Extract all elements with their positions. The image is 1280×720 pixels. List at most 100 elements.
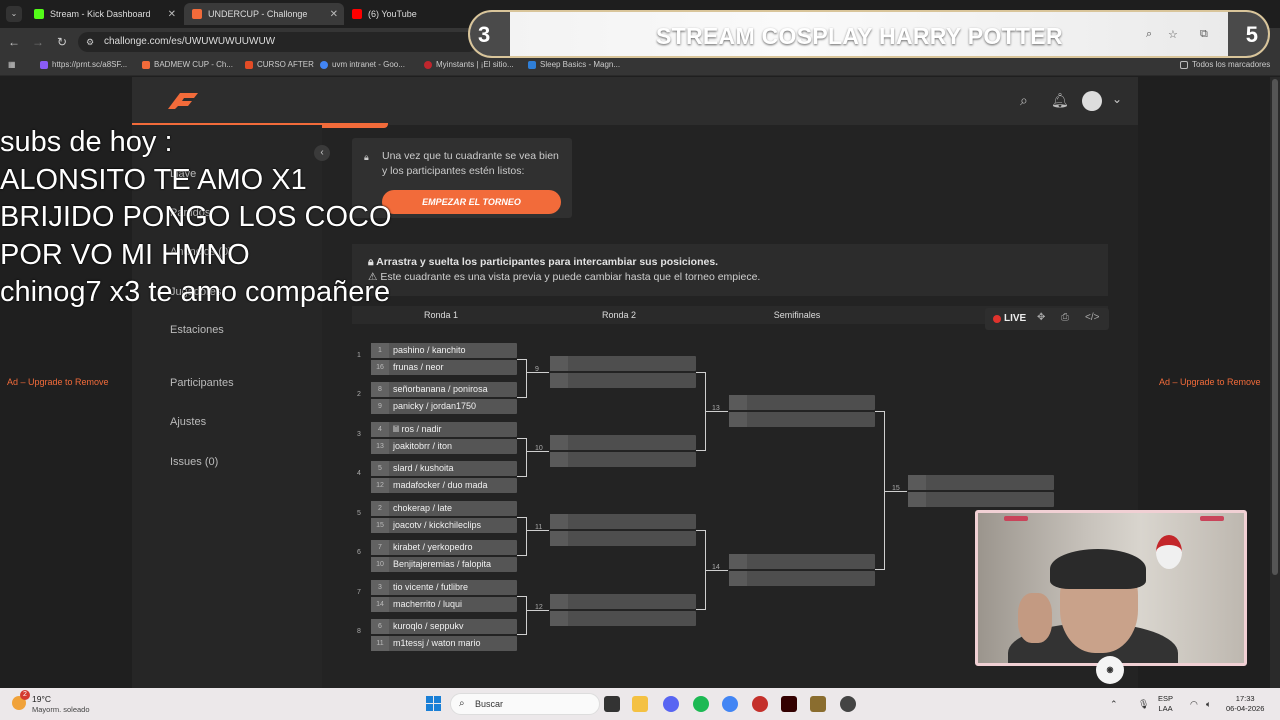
participant-slot[interactable]: 1 pashino / kanchito — [371, 343, 517, 358]
close-tab-icon[interactable]: ✕ — [330, 9, 338, 20]
empty-seed — [550, 531, 568, 546]
seed-number: 3 — [371, 580, 389, 595]
participant-name: macherrito / luqui — [393, 599, 463, 609]
seed-number: 4 — [371, 422, 389, 437]
app-icon[interactable] — [840, 696, 856, 712]
tab-youtube[interactable]: (6) YouTube — [344, 3, 464, 25]
match-number: 3 — [357, 431, 361, 438]
participant-slot[interactable]: 13 joakitobrr / iton — [371, 439, 517, 454]
empty-slot[interactable] — [550, 356, 696, 371]
empty-seed — [550, 514, 568, 529]
empty-seed — [550, 452, 568, 467]
empty-slot[interactable] — [908, 475, 1054, 490]
bookmark-item[interactable]: uvm intranet - Goo... — [320, 60, 405, 69]
url-text: challonge.com/es/UWUWUWUUWUW — [104, 36, 276, 47]
tab-search-button[interactable]: ⌄ — [6, 6, 22, 22]
match-number: 10 — [535, 445, 543, 452]
participant-slot[interactable]: 2 chokerap / late — [371, 501, 517, 516]
empty-slot[interactable] — [550, 594, 696, 609]
empty-slot[interactable] — [550, 514, 696, 529]
tab-kick-dashboard[interactable]: Stream - Kick Dashboard ✕ — [26, 3, 182, 25]
empty-slot[interactable] — [729, 412, 875, 427]
match-number: 14 — [712, 564, 720, 571]
bookmark-label: BADMEW CUP - Ch... — [154, 60, 233, 69]
empty-seed — [550, 435, 568, 450]
participant-name: kuroqlo / seppukv — [393, 621, 464, 631]
forward-icon[interactable]: → — [30, 34, 46, 50]
discord-icon[interactable] — [663, 696, 679, 712]
task-view-icon[interactable] — [604, 696, 620, 712]
match-number: 4 — [357, 470, 361, 477]
bookmark-icon — [245, 60, 253, 69]
close-tab-icon[interactable]: ✕ — [168, 9, 176, 20]
participant-slot[interactable]: 9 panicky / jordan1750 — [371, 399, 517, 414]
illustrator-icon[interactable] — [781, 696, 797, 712]
bookmark-label: Myinstants | ¡El sitio... — [436, 60, 514, 69]
microphone-icon[interactable]: 🎙︎ — [1138, 699, 1149, 710]
subs-line: ALONSITO TE AMO X1 — [0, 163, 307, 196]
seed-number: 16 — [371, 360, 389, 375]
wifi-icon[interactable]: ◠ — [1190, 699, 1198, 710]
participant-name: slard / kushoita — [393, 463, 454, 473]
url-input[interactable]: ⚙ challonge.com/es/UWUWUWUUWUW — [78, 32, 478, 52]
empty-slot[interactable] — [550, 373, 696, 388]
zoom-icon[interactable]: ⌕ — [1146, 28, 1152, 41]
obs-icon[interactable] — [752, 696, 768, 712]
tab-label: (6) YouTube — [368, 9, 417, 19]
tab-challonge[interactable]: UNDERCUP - Challonge ✕ — [184, 3, 344, 25]
participant-slot[interactable]: 16 frunas / neor — [371, 360, 517, 375]
chrome-icon[interactable] — [722, 696, 738, 712]
bookmark-item[interactable]: https://prnt.sc/a8SF... — [40, 60, 127, 69]
bookmark-item[interactable]: BADMEW CUP - Ch... — [142, 60, 233, 69]
clock[interactable]: 17:33 06-04-2026 — [1226, 694, 1264, 714]
empty-slot[interactable] — [908, 492, 1054, 507]
participant-slot[interactable]: 3 tio vicente / futlibre — [371, 580, 517, 595]
participant-name: Benjitajeremias / falopita — [393, 559, 492, 569]
weather-badge: 2 — [20, 690, 30, 700]
participant-slot[interactable]: 12 madafocker / duo mada — [371, 478, 517, 493]
reload-icon[interactable]: ↻ — [54, 34, 70, 50]
windows-start-icon[interactable] — [426, 696, 442, 712]
empty-slot[interactable] — [729, 395, 875, 410]
participant-slot[interactable]: 10 Benjitajeremias / falopita — [371, 557, 517, 572]
participant-slot[interactable]: 5 slard / kushoita — [371, 461, 517, 476]
file-explorer-icon[interactable] — [632, 696, 648, 712]
empty-slot[interactable] — [550, 531, 696, 546]
participant-slot[interactable]: 14 macherrito / luqui — [371, 597, 517, 612]
taskbar-search-input[interactable]: ⌕ Buscar — [450, 693, 600, 715]
participant-name: madafocker / duo mada — [393, 480, 488, 490]
chevron-up-icon[interactable]: ⌃ — [1110, 699, 1118, 710]
scrollbar-thumb[interactable] — [1272, 79, 1278, 575]
participant-slot[interactable]: 4 lil ros / nadir — [371, 422, 517, 437]
bookmark-item[interactable]: Sleep Basics - Magn... — [528, 60, 620, 69]
page-scrollbar[interactable] — [1270, 77, 1280, 688]
seed-number: 1 — [371, 343, 389, 358]
volume-icon[interactable]: 🔈︎ — [1206, 699, 1211, 710]
webcam-overlay — [975, 510, 1247, 666]
banner-right-number: 5 — [1245, 22, 1258, 47]
participant-slot[interactable]: 8 señorbanana / ponirosa — [371, 382, 517, 397]
weather-temp: 19°C — [32, 694, 51, 704]
site-info-icon[interactable]: ⚙ — [86, 32, 94, 52]
empty-slot[interactable] — [729, 571, 875, 586]
empty-slot[interactable] — [550, 435, 696, 450]
bookmark-item[interactable]: Myinstants | ¡El sitio... — [424, 60, 514, 69]
empty-slot[interactable] — [550, 611, 696, 626]
seed-number: 11 — [371, 636, 389, 651]
back-icon[interactable]: ← — [6, 34, 22, 50]
participant-slot[interactable]: 15 joacotv / kickchileclips — [371, 518, 517, 533]
participant-slot[interactable]: 11 m1tessj / waton mario — [371, 636, 517, 651]
empty-seed — [729, 395, 747, 410]
apps-icon[interactable]: ▦ — [8, 60, 16, 69]
spotify-icon[interactable] — [693, 696, 709, 712]
language-indicator[interactable]: ESP LAA — [1158, 694, 1173, 714]
bookmark-item[interactable]: CURSO AFTER — [245, 60, 314, 69]
app-icon[interactable] — [810, 696, 826, 712]
participant-slot[interactable]: 6 kuroqlo / seppukv — [371, 619, 517, 634]
participant-slot[interactable]: 7 kirabet / yerkopedro — [371, 540, 517, 555]
empty-slot[interactable] — [550, 452, 696, 467]
extensions-icon[interactable]: ⧉ — [1200, 28, 1208, 41]
star-icon[interactable]: ☆ — [1168, 28, 1178, 41]
all-bookmarks-item[interactable]: Todos los marcadores — [1180, 60, 1270, 69]
empty-slot[interactable] — [729, 554, 875, 569]
